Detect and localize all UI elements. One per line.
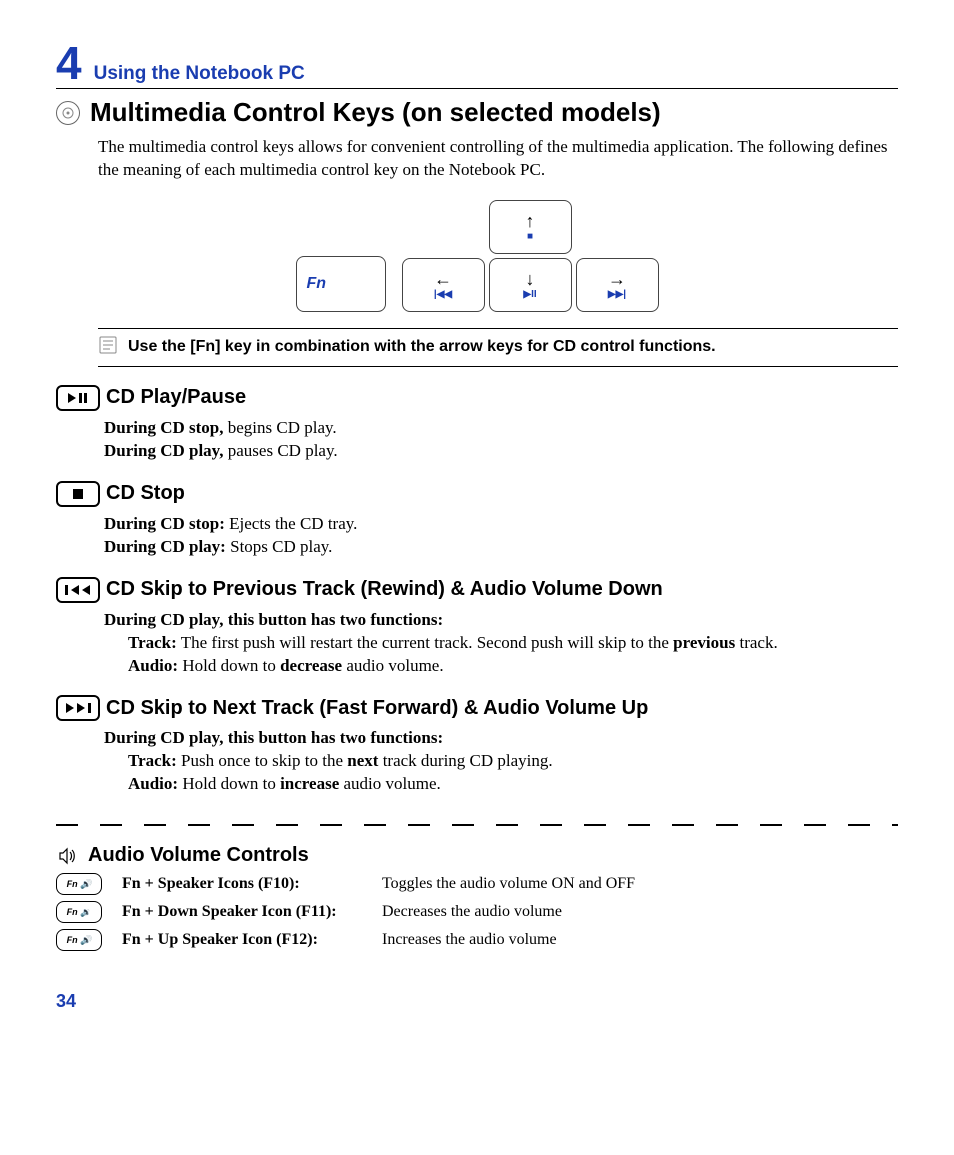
fn-f10-icon: Fn 🔊: [56, 873, 102, 895]
subsection-title: CD Skip to Previous Track (Rewind) & Aud…: [106, 578, 663, 601]
section-title: Multimedia Control Keys (on selected mod…: [90, 97, 661, 128]
subsection-title: CD Stop: [106, 482, 185, 505]
audio-row-desc: Toggles the audio volume ON and OFF: [382, 875, 635, 893]
keys-diagram: Fn ↑ ■ ← |◀◀ ↓ ▶II → ▶▶|: [56, 200, 898, 312]
arrow-down-key: ↓ ▶II: [489, 258, 572, 312]
subsection-next: CD Skip to Next Track (Fast Forward) & A…: [56, 695, 898, 721]
audio-row-desc: Decreases the audio volume: [382, 903, 562, 921]
playpause-line1: During CD stop, begins CD play.: [104, 417, 898, 440]
play-pause-key-icon: [56, 385, 100, 411]
prev-track: Track: The first push will restart the c…: [128, 632, 898, 655]
play-pause-icon: ▶II: [523, 290, 536, 300]
fn-f11-icon: Fn 🔉: [56, 901, 102, 923]
disc-icon: [56, 101, 80, 125]
fn-key: Fn: [296, 256, 386, 312]
chapter-number: 4: [56, 40, 82, 86]
subsection-prev: CD Skip to Previous Track (Rewind) & Aud…: [56, 577, 898, 603]
subsection-playpause: CD Play/Pause: [56, 385, 898, 411]
arrow-right-key: → ▶▶|: [576, 258, 659, 312]
audio-row-desc: Increases the audio volume: [382, 931, 557, 949]
next-audio: Audio: Hold down to increase audio volum…: [128, 773, 898, 796]
note-box: Use the [Fn] key in combination with the…: [98, 328, 898, 367]
next-track-icon: ▶▶|: [608, 290, 626, 300]
next-key-icon: [56, 695, 100, 721]
audio-row-label: Fn + Speaker Icons (F10):: [122, 875, 382, 893]
prev-audio: Audio: Hold down to decrease audio volum…: [128, 655, 898, 678]
audio-row-label: Fn + Down Speaker Icon (F11):: [122, 903, 382, 921]
audio-rows: Fn 🔊 Fn + Speaker Icons (F10): Toggles t…: [56, 873, 898, 951]
next-track: Track: Push once to skip to the next tra…: [128, 750, 898, 773]
arrow-up-key: ↑ ■: [489, 200, 572, 254]
fn-f12-icon: Fn 🔊: [56, 929, 102, 951]
arrow-up-icon: ↑: [526, 212, 535, 230]
stop-key-icon: [56, 481, 100, 507]
stop-icon: ■: [527, 232, 533, 242]
section-intro: The multimedia control keys allows for c…: [98, 136, 898, 182]
note-text: Use the [Fn] key in combination with the…: [128, 338, 716, 356]
arrow-down-icon: ↓: [526, 270, 535, 288]
arrow-right-icon: →: [608, 270, 626, 288]
prev-key-icon: [56, 577, 100, 603]
prev-lead: During CD play, this button has two func…: [104, 609, 898, 632]
subsection-audio-controls: Audio Volume Controls: [56, 844, 898, 867]
playpause-line2: During CD play, pauses CD play.: [104, 440, 898, 463]
subsection-title: CD Skip to Next Track (Fast Forward) & A…: [106, 697, 648, 720]
speaker-icon: [56, 845, 78, 867]
note-icon: [98, 335, 118, 360]
dashed-divider: [56, 824, 898, 826]
next-lead: During CD play, this button has two func…: [104, 727, 898, 750]
stop-line2: During CD play: Stops CD play.: [104, 536, 898, 559]
audio-row-f12: Fn 🔊 Fn + Up Speaker Icon (F12): Increas…: [56, 929, 898, 951]
page-number: 34: [56, 991, 898, 1012]
audio-row-f11: Fn 🔉 Fn + Down Speaker Icon (F11): Decre…: [56, 901, 898, 923]
chapter-title: Using the Notebook PC: [94, 63, 305, 85]
audio-row-label: Fn + Up Speaker Icon (F12):: [122, 931, 382, 949]
chapter-header: 4 Using the Notebook PC: [56, 40, 898, 89]
prev-track-icon: |◀◀: [434, 290, 452, 300]
arrow-left-key: ← |◀◀: [402, 258, 485, 312]
stop-line1: During CD stop: Ejects the CD tray.: [104, 513, 898, 536]
section-title-row: Multimedia Control Keys (on selected mod…: [56, 97, 898, 128]
subsection-title: Audio Volume Controls: [88, 844, 309, 867]
audio-row-f10: Fn 🔊 Fn + Speaker Icons (F10): Toggles t…: [56, 873, 898, 895]
arrow-left-icon: ←: [434, 270, 452, 288]
subsection-stop: CD Stop: [56, 481, 898, 507]
subsection-title: CD Play/Pause: [106, 386, 246, 409]
